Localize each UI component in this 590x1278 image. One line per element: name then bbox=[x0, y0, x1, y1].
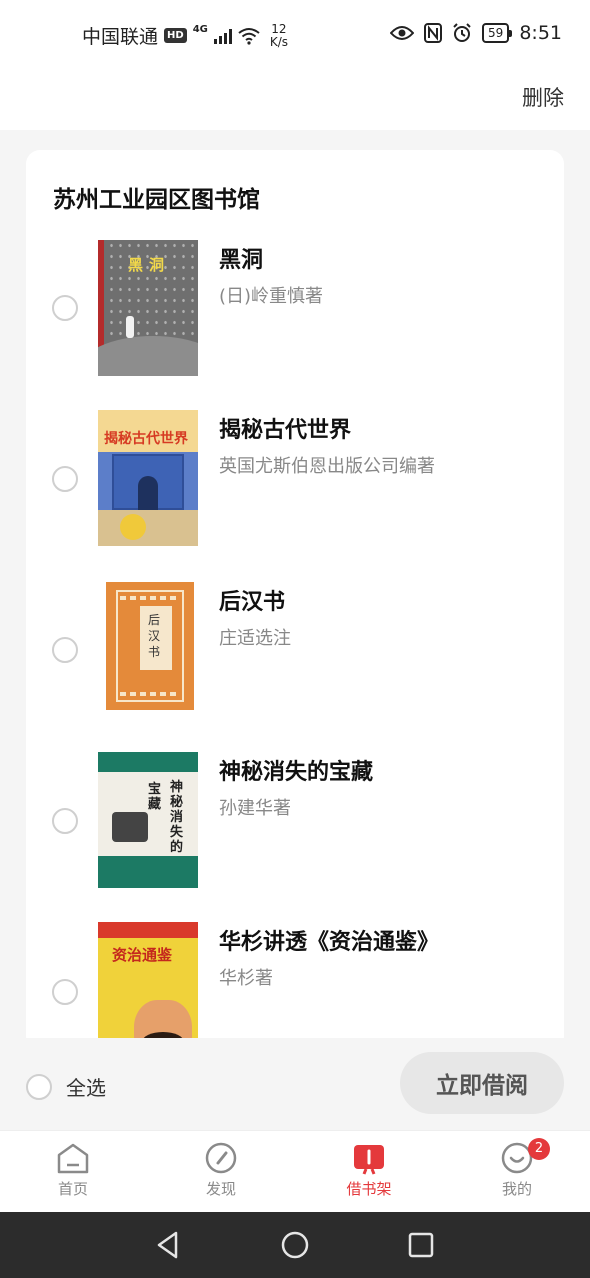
speed-unit: K/s bbox=[269, 34, 289, 49]
notification-badge: 2 bbox=[528, 1138, 550, 1160]
carrier-name: 中国联通 bbox=[82, 26, 159, 48]
select-all-label: 全选 bbox=[66, 1076, 106, 1100]
battery-indicator: 59 bbox=[482, 23, 513, 43]
hd-indicator: HD bbox=[164, 28, 187, 43]
book-cover[interactable]: 神秘消失的 宝藏 bbox=[98, 752, 198, 888]
status-left: 中国联通 HD 4G 12 K/s bbox=[82, 22, 288, 49]
book-item[interactable]: 黑洞 黑洞 (日)岭重慎著 bbox=[26, 240, 564, 390]
cover-title: 揭秘古代世界 bbox=[104, 431, 188, 447]
book-select-radio[interactable] bbox=[52, 979, 78, 1005]
tab-profile[interactable]: 我的 2 bbox=[472, 1138, 562, 1199]
borrow-now-button[interactable]: 立即借阅 bbox=[400, 1052, 564, 1114]
book-cover[interactable]: 资治通鉴 bbox=[98, 922, 198, 1050]
book-title: 华杉讲透《资治通鉴》 bbox=[219, 930, 440, 955]
cover-title: 神秘消失的 bbox=[170, 780, 184, 855]
network-speed: 12 K/s bbox=[269, 21, 289, 49]
tab-discover[interactable]: 发现 bbox=[176, 1141, 266, 1199]
compass-icon bbox=[205, 1142, 237, 1174]
delete-button[interactable]: 删除 bbox=[522, 82, 564, 112]
signal-icon bbox=[213, 28, 232, 44]
book-title: 黑洞 bbox=[219, 248, 264, 273]
system-nav-bar bbox=[0, 1212, 590, 1278]
tab-bookshelf[interactable]: 借书架 bbox=[324, 1141, 414, 1199]
book-select-radio[interactable] bbox=[52, 295, 78, 321]
book-title: 后汉书 bbox=[219, 590, 286, 615]
select-all-radio[interactable] bbox=[26, 1073, 52, 1100]
book-title: 揭秘古代世界 bbox=[219, 418, 352, 443]
cover-title: 黑洞 bbox=[128, 256, 171, 274]
book-select-radio[interactable] bbox=[52, 808, 78, 834]
book-cover[interactable]: 后汉书 bbox=[106, 582, 194, 710]
book-select-radio[interactable] bbox=[52, 637, 78, 663]
book-author: 华杉著 bbox=[219, 968, 273, 989]
home-nav-icon[interactable] bbox=[280, 1230, 310, 1260]
cover-title: 后汉书 bbox=[148, 613, 161, 659]
alarm-icon bbox=[453, 23, 471, 42]
tab-home[interactable]: 首页 bbox=[28, 1141, 118, 1199]
book-item[interactable]: 揭秘古代世界 揭秘古代世界 英国尤斯伯恩出版公司编著 bbox=[26, 410, 564, 560]
select-all-toggle[interactable]: 全选 bbox=[26, 1072, 106, 1101]
tab-label: 发现 bbox=[205, 1180, 236, 1198]
book-item[interactable]: 资治通鉴 华杉讲透《资治通鉴》 华杉著 bbox=[26, 922, 564, 1050]
book-author: 英国尤斯伯恩出版公司编著 bbox=[219, 456, 435, 477]
tab-label: 我的 bbox=[501, 1180, 532, 1198]
page-header: 删除 bbox=[0, 72, 590, 130]
clock: 8:51 bbox=[519, 22, 562, 44]
book-title: 神秘消失的宝藏 bbox=[219, 760, 374, 785]
home-icon bbox=[57, 1143, 89, 1174]
cover-subtitle: 宝藏 bbox=[148, 782, 162, 812]
status-right: 59 8:51 bbox=[390, 22, 562, 44]
book-item[interactable]: 后汉书 后汉书 庄适选注 bbox=[26, 582, 564, 732]
tab-bar: 首页 发现 借书架 我的 2 bbox=[0, 1130, 590, 1212]
book-cover[interactable]: 揭秘古代世界 bbox=[98, 410, 198, 546]
book-item[interactable]: 神秘消失的 宝藏 神秘消失的宝藏 孙建华著 bbox=[26, 752, 564, 902]
action-bar: 全选 立即借阅 bbox=[0, 1038, 590, 1130]
book-cover[interactable]: 黑洞 bbox=[98, 240, 198, 376]
nfc-icon bbox=[424, 23, 443, 43]
wifi-icon bbox=[238, 27, 260, 45]
book-author: 庄适选注 bbox=[219, 628, 291, 649]
cover-title: 资治通鉴 bbox=[112, 946, 173, 964]
tab-label: 首页 bbox=[57, 1180, 88, 1198]
library-name: 苏州工业园区图书馆 bbox=[53, 187, 260, 213]
library-card: 苏州工业园区图书馆 黑洞 黑洞 (日)岭重慎著 揭秘古代世界 揭秘古代世界 英国… bbox=[26, 150, 564, 1050]
network-type: 4G bbox=[192, 24, 208, 35]
eye-icon bbox=[390, 26, 415, 40]
status-bar: 中国联通 HD 4G 12 K/s 59 8:51 bbox=[0, 0, 590, 72]
tab-label: 借书架 bbox=[346, 1180, 392, 1198]
book-select-radio[interactable] bbox=[52, 466, 78, 492]
back-icon[interactable] bbox=[154, 1230, 184, 1260]
speed-value: 12 bbox=[271, 21, 287, 36]
bookshelf-icon bbox=[354, 1145, 384, 1175]
recents-icon[interactable] bbox=[406, 1230, 436, 1260]
book-author: 孙建华著 bbox=[219, 798, 291, 819]
book-author: (日)岭重慎著 bbox=[219, 286, 324, 307]
